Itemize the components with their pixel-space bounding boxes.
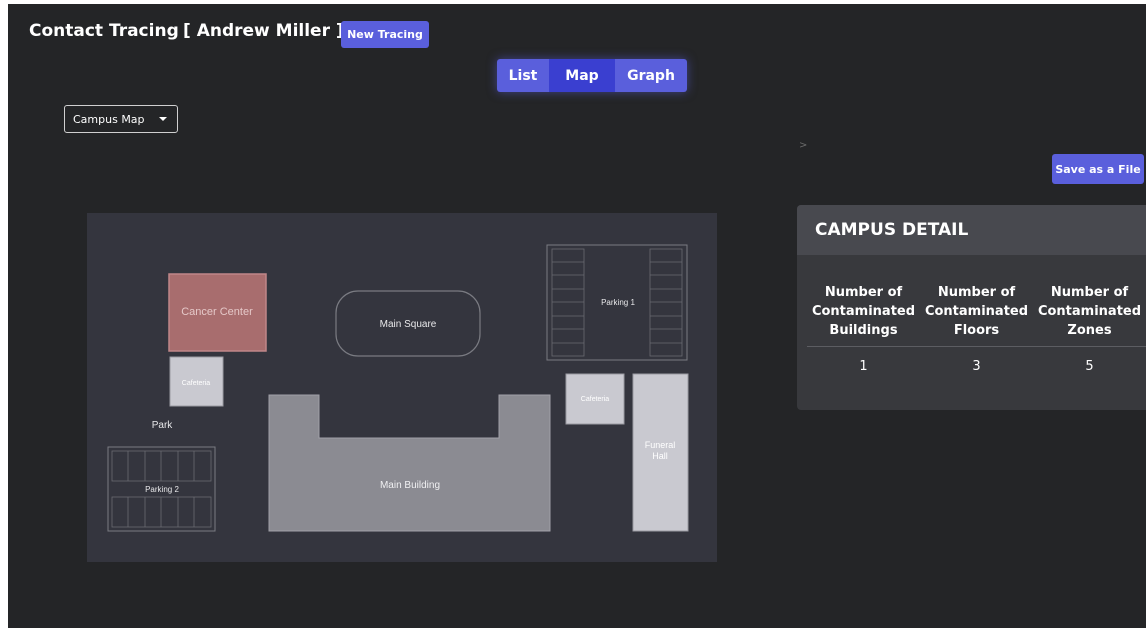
header-zones-line3: Zones — [1067, 323, 1112, 338]
campus-detail-values-row: 1 3 5 — [807, 347, 1146, 374]
header-buildings: Number of Contaminated Buildings — [807, 283, 920, 340]
cafeteria-left-label: Cafeteria — [182, 380, 211, 387]
header-floors-line1: Number of — [937, 285, 1016, 300]
map-select-value: Campus Map — [73, 112, 145, 126]
user-name: [ Andrew Miller ] — [183, 21, 344, 41]
header-buildings-line3: Buildings — [829, 323, 898, 338]
header-zones-line1: Number of — [1050, 285, 1129, 300]
header-floors-line2: Contaminated — [924, 304, 1029, 319]
cancer-center-label: Cancer Center — [181, 306, 253, 318]
main-square-label: Main Square — [380, 319, 437, 330]
cafeteria-right-label: Cafeteria — [581, 396, 610, 403]
funeral-hall-label-line2: Hall — [652, 451, 668, 461]
funeral-hall-label-line1: Funeral — [645, 440, 676, 450]
view-tabs: List Map Graph — [497, 59, 687, 92]
tab-graph[interactable]: Graph — [615, 59, 687, 92]
parking-1-label: Parking 1 — [601, 298, 635, 307]
header-floors: Number of Contaminated Floors — [920, 283, 1033, 340]
tab-list[interactable]: List — [497, 59, 549, 92]
building-cafeteria-right[interactable]: Cafeteria — [565, 373, 625, 425]
main-building-label: Main Building — [380, 480, 440, 491]
campus-detail-title: CAMPUS DETAIL — [797, 205, 1146, 255]
header-buildings-line1: Number of — [824, 285, 903, 300]
campus-detail-header-row: Number of Contaminated Buildings Number … — [807, 283, 1146, 340]
caret-down-icon — [159, 117, 167, 121]
campus-map: Cancer Center Main Square Parking 1 Cafe… — [87, 213, 717, 562]
app-frame: Contact Tracing [ Andrew Miller ] New Tr… — [8, 4, 1146, 628]
value-zones: 5 — [1085, 359, 1094, 374]
save-file-button[interactable]: Save as a File — [1052, 154, 1144, 184]
new-tracing-button[interactable]: New Tracing — [341, 21, 429, 48]
building-funeral-hall[interactable]: Funeral Hall — [632, 373, 689, 532]
value-floors: 3 — [972, 359, 981, 374]
collapse-toggle[interactable]: > — [799, 140, 807, 151]
park-label[interactable]: Park — [152, 420, 174, 431]
map-select[interactable]: Campus Map — [64, 105, 178, 133]
value-buildings: 1 — [859, 359, 868, 374]
page-title: Contact Tracing — [29, 21, 179, 41]
header-zones-line2: Contaminated — [1037, 304, 1142, 319]
campus-detail-panel: CAMPUS DETAIL Number of Contaminated Bui… — [797, 205, 1146, 410]
campus-detail-table: Number of Contaminated Buildings Number … — [807, 283, 1146, 374]
header-buildings-line2: Contaminated — [811, 304, 916, 319]
header-floors-line3: Floors — [953, 323, 1000, 338]
building-cafeteria-left[interactable]: Cafeteria — [169, 356, 224, 407]
header-zones: Number of Contaminated Zones — [1033, 283, 1146, 340]
parking-2-label: Parking 2 — [145, 485, 179, 494]
tab-map[interactable]: Map — [549, 59, 615, 92]
building-cancer-center[interactable]: Cancer Center — [168, 273, 267, 352]
